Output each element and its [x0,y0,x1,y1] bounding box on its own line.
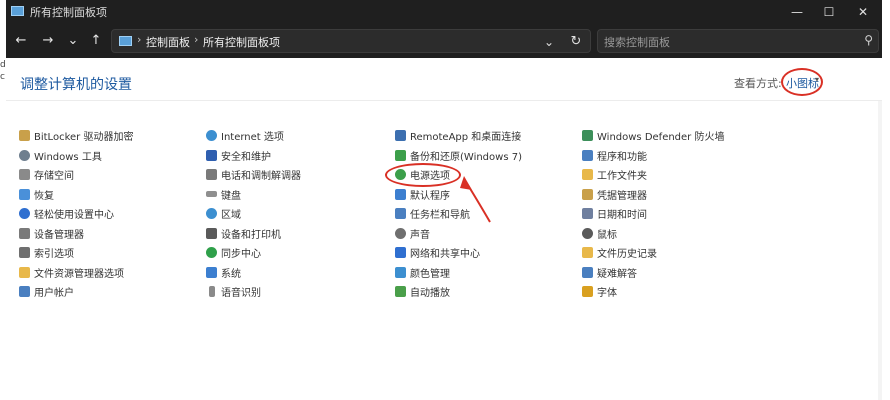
scrollbar[interactable] [878,101,882,400]
annotation-arrow [460,176,491,223]
edge-fragment: c [0,72,5,82]
edge-fragment: d [0,60,6,70]
control-panel-window: 所有控制面板项 — ☐ ✕ ← → ⌄ ↑ › 控制面板 › 所有控制面板项 ⌄… [6,0,882,400]
